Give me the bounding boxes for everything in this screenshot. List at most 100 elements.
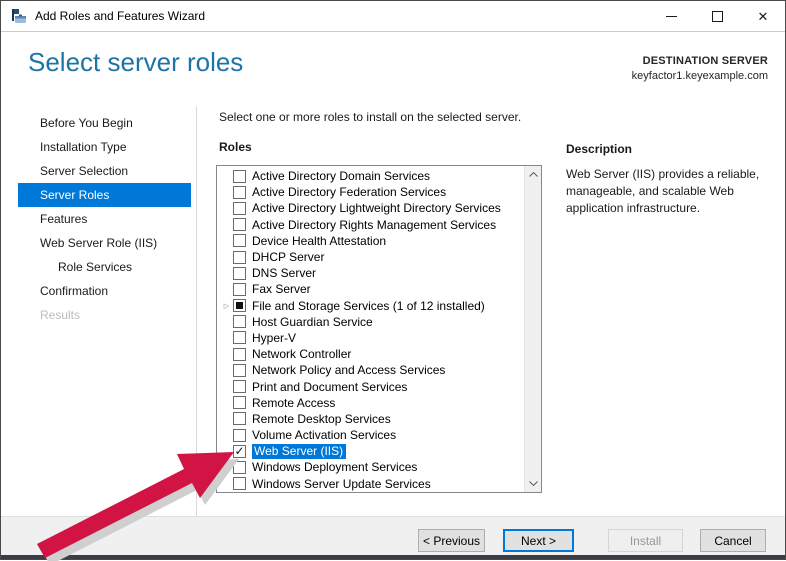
role-checkbox[interactable] (233, 315, 246, 328)
scroll-down-icon[interactable] (525, 475, 541, 492)
role-checkbox[interactable] (233, 364, 246, 377)
role-row-active-directory-federation-services[interactable]: Active Directory Federation Services (217, 184, 524, 200)
role-checkbox[interactable] (233, 477, 246, 490)
role-label[interactable]: Print and Document Services (252, 380, 407, 394)
role-row-active-directory-lightweight-directory-services[interactable]: Active Directory Lightweight Directory S… (217, 200, 524, 216)
role-row-active-directory-domain-services[interactable]: Active Directory Domain Services (217, 168, 524, 184)
role-checkbox[interactable] (233, 331, 246, 344)
role-row-network-controller[interactable]: Network Controller (217, 346, 524, 362)
role-row-windows-deployment-services[interactable]: Windows Deployment Services (217, 459, 524, 475)
roles-listbox[interactable]: Active Directory Domain Services Active D… (216, 165, 542, 493)
role-row-hyper-v[interactable]: Hyper-V (217, 330, 524, 346)
role-label[interactable]: Active Directory Federation Services (252, 185, 446, 199)
close-icon: ✕ (758, 10, 769, 23)
page-title: Select server roles (28, 47, 243, 78)
minimize-button[interactable] (648, 1, 694, 31)
role-label[interactable]: Windows Server Update Services (252, 477, 431, 491)
window-bottom-edge (1, 555, 785, 559)
title-bar[interactable]: Add Roles and Features Wizard ✕ (1, 1, 785, 31)
sidebar-item-results: Results (1, 303, 196, 327)
role-row-device-health-attestation[interactable]: Device Health Attestation (217, 233, 524, 249)
role-row-print-and-document-services[interactable]: Print and Document Services (217, 378, 524, 394)
role-label[interactable]: Windows Deployment Services (252, 460, 417, 474)
role-label[interactable]: Device Health Attestation (252, 234, 386, 248)
destination-server-name: keyfactor1.keyexample.com (632, 70, 768, 82)
role-label[interactable]: Remote Access (252, 396, 335, 410)
instruction-text: Select one or more roles to install on t… (219, 110, 521, 124)
role-label[interactable]: DHCP Server (252, 250, 324, 264)
role-row-active-directory-rights-management-services[interactable]: Active Directory Rights Management Servi… (217, 217, 524, 233)
next-button[interactable]: Next > (503, 529, 574, 552)
role-label[interactable]: Active Directory Domain Services (252, 169, 430, 183)
role-row-remote-desktop-services[interactable]: Remote Desktop Services (217, 411, 524, 427)
sidebar-item-role-services[interactable]: Role Services (1, 255, 196, 279)
role-label[interactable]: Hyper-V (252, 331, 296, 345)
previous-button[interactable]: < Previous (418, 529, 485, 552)
destination-server-label: DESTINATION SERVER (632, 55, 768, 67)
role-row-network-policy-and-access-services[interactable]: Network Policy and Access Services (217, 362, 524, 378)
role-checkbox[interactable] (233, 234, 246, 247)
description-title: Description (566, 142, 632, 156)
sidebar-item-web-server-role-iis[interactable]: Web Server Role (IIS) (1, 231, 196, 255)
sidebar-item-confirmation[interactable]: Confirmation (1, 279, 196, 303)
wizard-app-icon (11, 8, 27, 24)
scroll-up-icon[interactable] (525, 166, 541, 183)
role-label[interactable]: Remote Desktop Services (252, 412, 391, 426)
role-label[interactable]: Active Directory Lightweight Directory S… (252, 201, 501, 215)
role-label[interactable]: Host Guardian Service (252, 315, 373, 329)
sidebar-item-before-you-begin[interactable]: Before You Begin (1, 111, 196, 135)
role-checkbox[interactable] (233, 202, 246, 215)
role-row-windows-server-update-services[interactable]: Windows Server Update Services (217, 476, 524, 492)
role-row-fax-server[interactable]: Fax Server (217, 281, 524, 297)
minimize-icon (666, 16, 677, 17)
role-checkbox[interactable] (233, 218, 246, 231)
sidebar-divider (196, 106, 197, 516)
role-row-dhcp-server[interactable]: DHCP Server (217, 249, 524, 265)
role-label[interactable]: Network Policy and Access Services (252, 363, 445, 377)
expand-arrow-icon[interactable]: ▷ (220, 302, 233, 310)
description-text: Web Server (IIS) provides a reliable, ma… (566, 166, 774, 217)
role-checkbox[interactable] (233, 299, 246, 312)
role-checkbox[interactable] (233, 412, 246, 425)
role-label[interactable]: Web Server (IIS) (252, 444, 346, 459)
role-checkbox[interactable]: ✓ (233, 445, 246, 458)
indeterminate-icon (236, 302, 243, 309)
role-label[interactable]: File and Storage Services (1 of 12 insta… (252, 299, 485, 313)
role-row-host-guardian-service[interactable]: Host Guardian Service (217, 314, 524, 330)
maximize-icon (712, 11, 723, 22)
role-row-file-and-storage-services-1-of-12-installed[interactable]: ▷ File and Storage Services (1 of 12 inst… (217, 298, 524, 314)
role-checkbox[interactable] (233, 251, 246, 264)
sidebar-item-server-selection[interactable]: Server Selection (1, 159, 196, 183)
wizard-window: Add Roles and Features Wizard ✕ Select s… (0, 0, 786, 560)
roles-list-label: Roles (219, 140, 252, 154)
sidebar-item-server-roles[interactable]: Server Roles (18, 183, 191, 207)
role-label[interactable]: DNS Server (252, 266, 316, 280)
close-button[interactable]: ✕ (740, 1, 786, 31)
role-label[interactable]: Active Directory Rights Management Servi… (252, 218, 496, 232)
role-row-dns-server[interactable]: DNS Server (217, 265, 524, 281)
role-checkbox[interactable] (233, 283, 246, 296)
scrollbar-track[interactable] (524, 166, 541, 492)
role-label[interactable]: Fax Server (252, 282, 311, 296)
maximize-button[interactable] (694, 1, 740, 31)
role-row-web-server-iis[interactable]: ✓ Web Server (IIS) (217, 443, 524, 459)
role-checkbox[interactable] (233, 429, 246, 442)
role-checkbox[interactable] (233, 170, 246, 183)
checkmark-icon: ✓ (234, 445, 244, 457)
role-checkbox[interactable] (233, 186, 246, 199)
role-label[interactable]: Volume Activation Services (252, 428, 396, 442)
role-checkbox[interactable] (233, 461, 246, 474)
role-checkbox[interactable] (233, 348, 246, 361)
destination-server-block: DESTINATION SERVER keyfactor1.keyexample… (632, 55, 768, 82)
role-checkbox[interactable] (233, 396, 246, 409)
role-checkbox[interactable] (233, 267, 246, 280)
sidebar-item-installation-type[interactable]: Installation Type (1, 135, 196, 159)
role-label[interactable]: Network Controller (252, 347, 351, 361)
cancel-button[interactable]: Cancel (700, 529, 766, 552)
role-checkbox[interactable] (233, 380, 246, 393)
install-button: Install (608, 529, 683, 552)
sidebar-item-features[interactable]: Features (1, 207, 196, 231)
role-row-remote-access[interactable]: Remote Access (217, 395, 524, 411)
titlebar-separator (1, 31, 785, 32)
role-row-volume-activation-services[interactable]: Volume Activation Services (217, 427, 524, 443)
